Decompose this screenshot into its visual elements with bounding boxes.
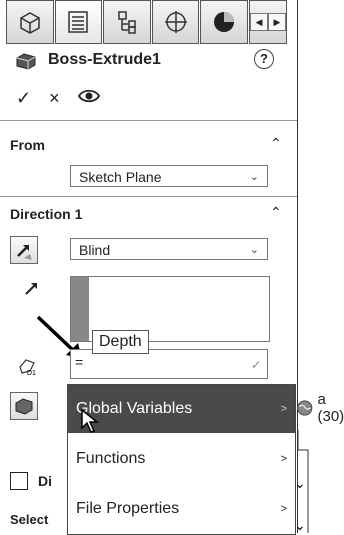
menu-item-global-variables[interactable]: Global Variables > (68, 385, 295, 433)
direction-arrow-icon (24, 280, 40, 296)
chevron-down-icon: ⌄ (250, 166, 259, 188)
collapse-chevron-icon[interactable]: ⌃ (270, 135, 282, 152)
preview-button[interactable] (78, 88, 100, 109)
menu-item-functions[interactable]: Functions > (68, 435, 295, 483)
configuration-manager-tab[interactable] (103, 0, 151, 44)
feature-title: Boss-Extrude1 (14, 50, 161, 70)
property-manager-tab[interactable] (55, 0, 103, 44)
scroll-right-icon[interactable]: ▶ (268, 13, 286, 31)
dimxpert-manager-tab[interactable] (152, 0, 200, 44)
from-group-title: From (10, 137, 45, 153)
configuration-manager-icon (114, 9, 140, 35)
draft-icon (14, 397, 34, 415)
end-condition-select[interactable]: Blind ⌄ (70, 238, 268, 260)
depth-icon: D1 (16, 355, 40, 379)
collapse-chevron-icon[interactable]: ⌃ (270, 204, 282, 221)
action-buttons: ✓ × (16, 88, 100, 109)
global-variable-submenu-item[interactable]: a (30) (296, 384, 344, 432)
mouse-cursor-icon (80, 408, 100, 434)
reverse-direction-button[interactable] (10, 236, 38, 264)
depth-input-value: = (75, 354, 83, 370)
divider (0, 120, 297, 121)
direction1-group-title: Direction 1 (10, 206, 82, 222)
svg-text:D1: D1 (27, 370, 36, 377)
display-manager-tab[interactable] (200, 0, 248, 44)
feature-manager-tab[interactable] (6, 0, 54, 44)
confirm-check-icon[interactable]: ✓ (251, 358, 261, 372)
submenu-arrow-icon: > (281, 485, 287, 533)
selected-contours-label: Select (10, 512, 48, 527)
from-select-value: Sketch Plane (79, 169, 162, 185)
dimxpert-icon (163, 9, 189, 35)
depth-tooltip: Depth (92, 330, 149, 354)
eye-icon (78, 88, 100, 104)
feature-manager-icon (17, 9, 43, 35)
property-manager-icon (65, 9, 91, 35)
feature-name: Boss-Extrude1 (48, 51, 161, 69)
equation-context-menu: Global Variables > Functions > File Prop… (67, 384, 296, 535)
global-variable-label: a (30) (318, 391, 344, 425)
cancel-button[interactable]: × (49, 88, 60, 109)
display-manager-icon (211, 9, 237, 35)
reverse-direction-icon (14, 240, 34, 260)
submenu-arrow-icon: > (281, 435, 287, 483)
extrude-icon (14, 50, 38, 70)
draft-button[interactable] (10, 392, 38, 420)
help-icon[interactable]: ? (254, 49, 274, 69)
chevron-down-icon: ⌄ (250, 239, 259, 261)
end-condition-value: Blind (79, 242, 110, 258)
divider (0, 196, 297, 197)
globe-icon (296, 397, 314, 419)
direction2-checkbox[interactable] (10, 472, 28, 490)
scroll-left-icon[interactable]: ◀ (250, 13, 268, 31)
tab-scroll: ◀ ▶ (249, 0, 287, 44)
ok-button[interactable]: ✓ (16, 88, 31, 109)
from-select[interactable]: Sketch Plane ⌄ (70, 165, 268, 187)
menu-item-file-properties[interactable]: File Properties > (68, 485, 295, 533)
direction2-label: Di (38, 473, 52, 489)
submenu-arrow-icon: > (281, 385, 287, 433)
manager-tabs: ◀ ▶ (6, 0, 288, 43)
